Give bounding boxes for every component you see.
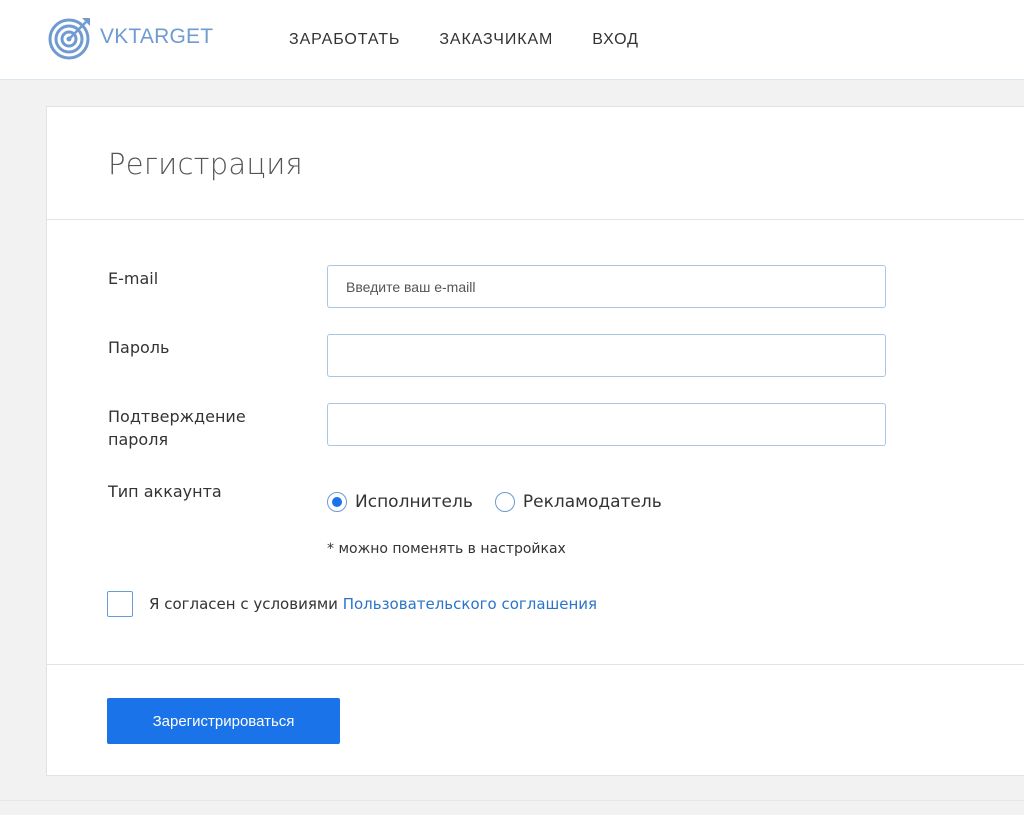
confirm-label-line2: пароля — [108, 430, 169, 449]
title-divider — [47, 219, 1024, 220]
top-header: VKTARGET ЗАРАБОТАТЬ ЗАКАЗЧИКАМ ВХОД — [0, 0, 1024, 80]
registration-card: Регистрация E-mail Пароль Подтверждение … — [46, 106, 1024, 776]
agreement-row: Я согласен с условиями Пользовательского… — [107, 591, 597, 617]
radio-performer-circle[interactable] — [327, 492, 347, 512]
agreement-checkbox[interactable] — [107, 591, 133, 617]
password-field[interactable] — [327, 334, 886, 377]
email-label: E-mail — [108, 269, 159, 288]
email-field[interactable] — [327, 265, 886, 308]
account-type-radio-group: Исполнитель Рекламодатель — [327, 492, 684, 512]
radio-performer[interactable]: Исполнитель — [327, 492, 473, 512]
radio-advertiser-circle[interactable] — [494, 492, 515, 512]
main-nav: ЗАРАБОТАТЬ ЗАКАЗЧИКАМ ВХОД — [289, 31, 678, 49]
radio-advertiser-label: Рекламодатель — [522, 492, 662, 512]
agreement-prefix: Я согласен с условиями — [149, 595, 343, 613]
user-agreement-link[interactable]: Пользовательского соглашения — [343, 595, 597, 613]
password-label: Пароль — [108, 338, 170, 357]
radio-performer-label: Исполнитель — [355, 492, 473, 512]
page-title: Регистрация — [108, 147, 303, 181]
target-logo-icon — [48, 18, 90, 60]
register-button[interactable]: Зарегистрироваться — [107, 698, 340, 744]
confirm-label-line1: Подтверждение — [108, 407, 246, 426]
nav-item-login[interactable]: ВХОД — [592, 31, 639, 49]
radio-advertiser[interactable]: Рекламодатель — [494, 492, 662, 512]
page-bottom-line — [0, 800, 1024, 801]
logo[interactable]: VKTARGET — [48, 12, 213, 62]
agreement-text: Я согласен с условиями Пользовательского… — [149, 595, 597, 613]
footer-divider — [47, 664, 1024, 665]
nav-item-customers[interactable]: ЗАКАЗЧИКАМ — [439, 31, 553, 49]
logo-text: VKTARGET — [100, 25, 214, 48]
confirm-password-field[interactable] — [327, 403, 886, 446]
account-type-label: Тип аккаунта — [108, 482, 222, 501]
account-type-hint: * можно поменять в настройках — [327, 541, 566, 557]
nav-item-earn[interactable]: ЗАРАБОТАТЬ — [289, 31, 400, 49]
confirm-password-label: Подтверждение пароля — [108, 405, 246, 451]
